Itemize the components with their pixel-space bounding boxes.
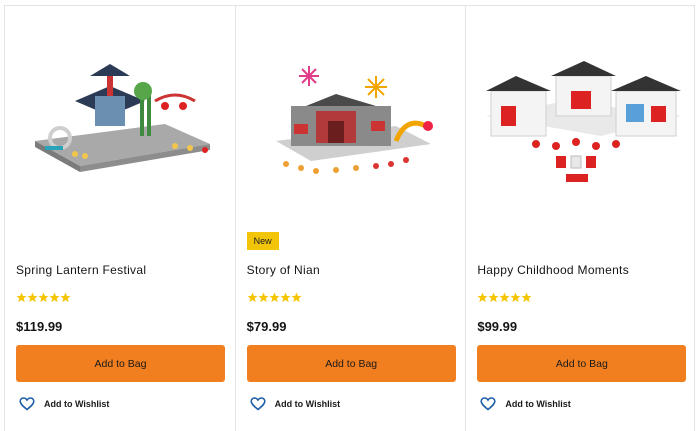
product-title[interactable]: Happy Childhood Moments bbox=[477, 263, 629, 277]
rating-stars bbox=[477, 292, 532, 303]
product-card: Happy Childhood Moments $99.99 Add to Ba… bbox=[466, 6, 696, 431]
wishlist-label: Add to Wishlist bbox=[505, 399, 571, 409]
product-card: New Story of Nian $79.99 Add to Bag Add … bbox=[236, 6, 467, 431]
star-icon bbox=[521, 292, 532, 303]
rating-stars bbox=[247, 292, 302, 303]
star-icon bbox=[38, 292, 49, 303]
rating-stars bbox=[16, 292, 71, 303]
star-icon bbox=[477, 292, 488, 303]
product-grid: Spring Lantern Festival $119.99 Add to B… bbox=[4, 5, 696, 431]
star-icon bbox=[269, 292, 280, 303]
heart-icon bbox=[480, 397, 496, 411]
star-icon bbox=[60, 292, 71, 303]
product-image-story-of-nian[interactable] bbox=[246, 46, 456, 196]
star-icon bbox=[291, 292, 302, 303]
add-to-wishlist-button[interactable]: Add to Wishlist bbox=[250, 397, 340, 411]
star-icon bbox=[499, 292, 510, 303]
product-title[interactable]: Spring Lantern Festival bbox=[16, 263, 146, 277]
product-title[interactable]: Story of Nian bbox=[247, 263, 320, 277]
star-icon bbox=[247, 292, 258, 303]
add-to-bag-button[interactable]: Add to Bag bbox=[16, 345, 225, 382]
star-icon bbox=[27, 292, 38, 303]
add-to-wishlist-button[interactable]: Add to Wishlist bbox=[19, 397, 109, 411]
product-image-happy-childhood-moments[interactable] bbox=[476, 46, 686, 196]
add-to-bag-button[interactable]: Add to Bag bbox=[246, 345, 456, 382]
star-icon bbox=[280, 292, 291, 303]
star-icon bbox=[16, 292, 27, 303]
add-to-wishlist-button[interactable]: Add to Wishlist bbox=[480, 397, 571, 411]
heart-icon bbox=[250, 397, 266, 411]
new-badge: New bbox=[246, 232, 279, 250]
product-price: $79.99 bbox=[246, 319, 287, 334]
product-price: $119.99 bbox=[16, 319, 63, 334]
add-to-bag-button[interactable]: Add to Bag bbox=[477, 345, 687, 382]
heart-icon bbox=[19, 397, 35, 411]
wishlist-label: Add to Wishlist bbox=[274, 399, 341, 409]
wishlist-label: Add to Wishlist bbox=[44, 399, 110, 409]
star-icon bbox=[488, 292, 499, 303]
star-icon bbox=[258, 292, 269, 303]
product-card: Spring Lantern Festival $119.99 Add to B… bbox=[5, 6, 236, 431]
product-price: $99.99 bbox=[477, 319, 518, 334]
product-image-spring-lantern-festival[interactable] bbox=[15, 46, 225, 196]
star-icon bbox=[510, 292, 521, 303]
star-icon bbox=[49, 292, 60, 303]
